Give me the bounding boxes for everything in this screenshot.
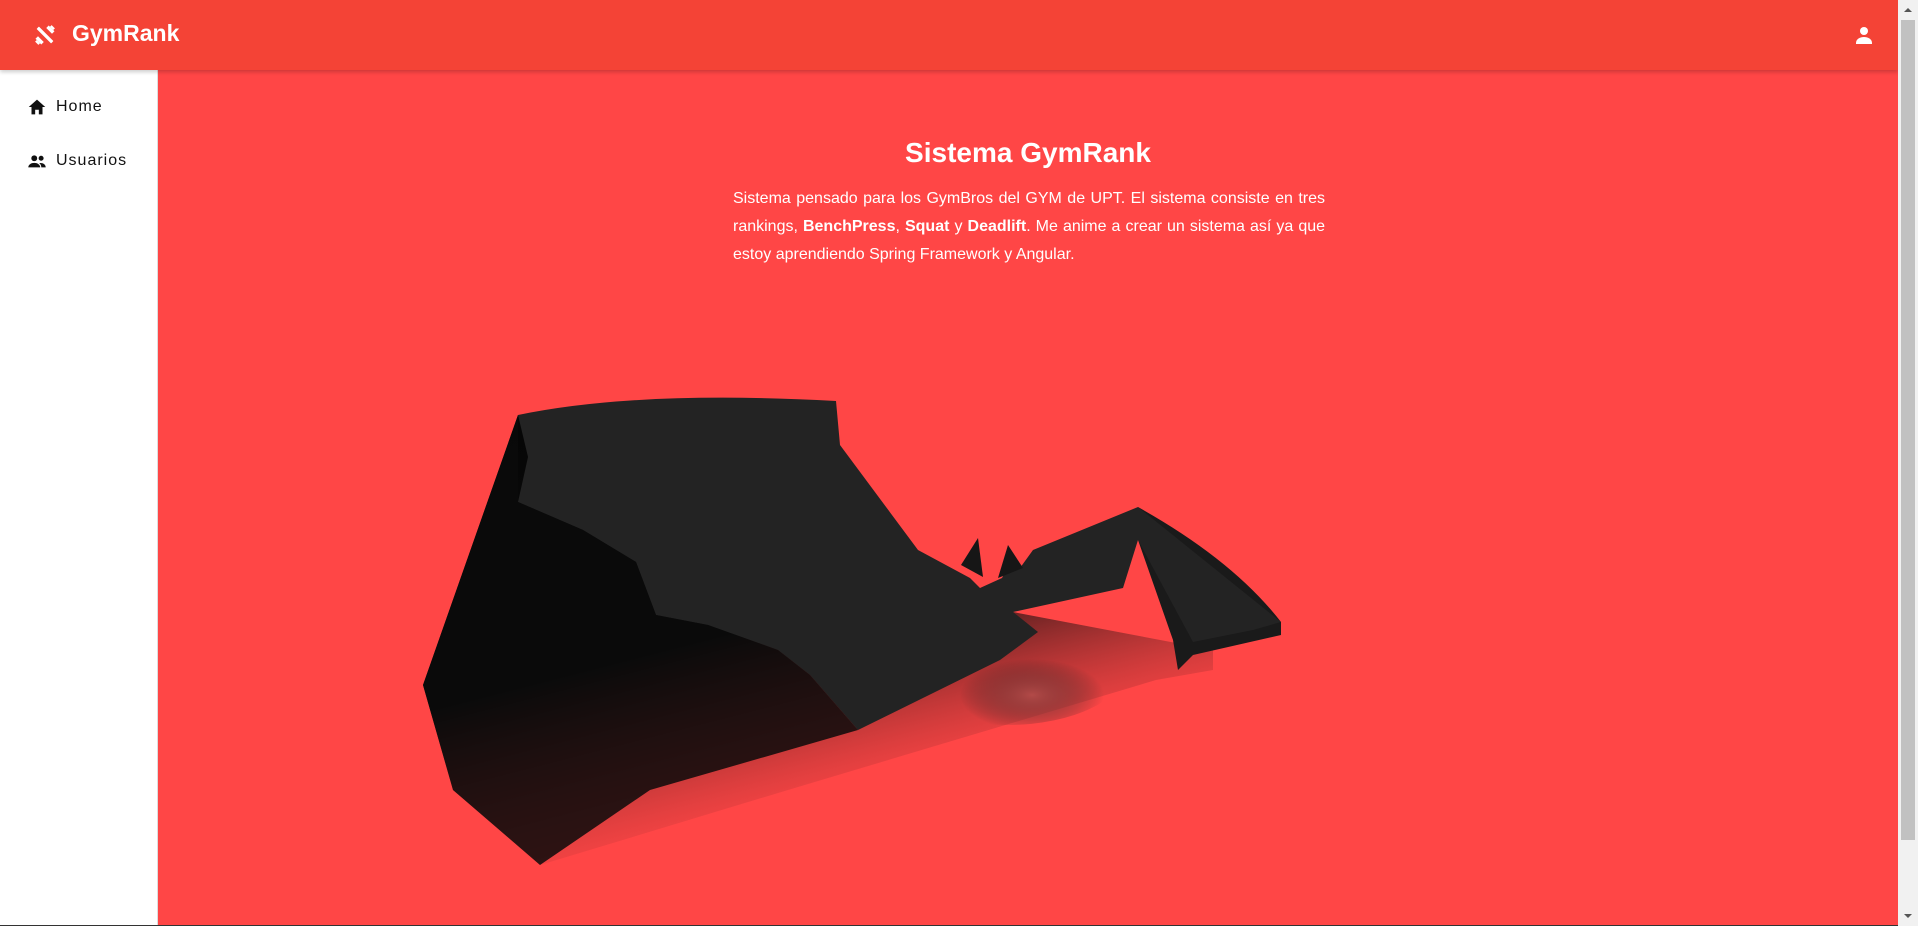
account-button[interactable] — [1848, 19, 1880, 51]
squat-label: Squat — [904, 218, 950, 235]
scroll-up-arrow-icon[interactable] — [1902, 4, 1914, 16]
top-toolbar: GymRank — [0, 0, 1898, 70]
app-title[interactable]: GymRank — [72, 20, 179, 47]
main-content: Sistema GymRank Sistema pensado para los… — [158, 70, 1898, 926]
vertical-scrollbar[interactable] — [1898, 0, 1918, 926]
intro-paragraph: Sistema pensado para los GymBros del GYM… — [733, 185, 1325, 269]
scrollbar-thumb[interactable] — [1901, 20, 1915, 840]
intro-separator: , — [895, 218, 905, 235]
benchpress-label: BenchPress — [802, 218, 896, 235]
intro-separator: y — [949, 218, 968, 235]
sidebar: Home Usuarios — [0, 70, 158, 926]
page-title: Sistema GymRank — [905, 136, 1151, 168]
deadlift-label: Deadlift — [967, 218, 1027, 235]
sidebar-item-usuarios[interactable]: Usuarios — [0, 136, 157, 186]
sidebar-item-home[interactable]: Home — [0, 82, 157, 132]
home-icon — [28, 99, 46, 115]
sidebar-item-label: Usuarios — [56, 152, 128, 169]
bat-silhouette-illustration — [423, 397, 1281, 865]
sidebar-item-label: Home — [56, 98, 103, 115]
person-icon — [1856, 27, 1872, 44]
scroll-down-arrow-icon[interactable] — [1902, 910, 1914, 922]
group-icon — [28, 155, 46, 168]
fitness-dumbbell-icon — [35, 25, 55, 45]
